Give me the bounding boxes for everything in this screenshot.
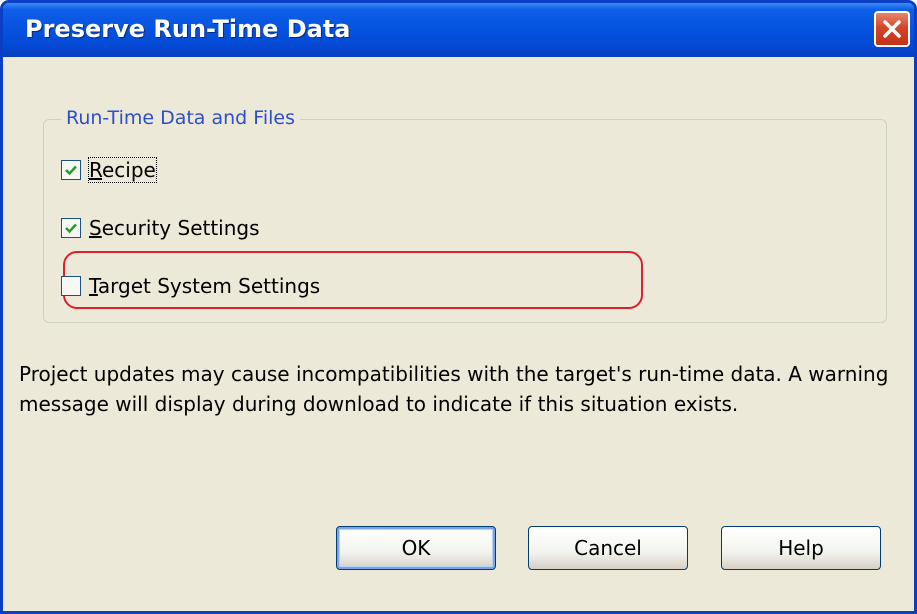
target-system-settings-label-rest: arget System Settings — [97, 274, 321, 298]
security-settings-mnemonic: S — [89, 216, 102, 240]
cancel-button[interactable]: Cancel — [528, 526, 688, 570]
help-button[interactable]: Help — [721, 526, 881, 570]
groupbox-legend: Run-Time Data and Files — [61, 107, 300, 129]
ok-button[interactable]: OK — [336, 526, 496, 570]
recipe-checkbox[interactable] — [61, 160, 81, 180]
security-settings-option[interactable]: Security Settings — [61, 216, 260, 240]
dialog-body: Run-Time Data and Files Recipe Security … — [3, 57, 914, 611]
target-system-settings-label: Target System Settings — [89, 274, 320, 298]
checkmark-icon — [65, 223, 77, 234]
security-settings-label-rest: ecurity Settings — [101, 216, 260, 240]
security-settings-checkbox[interactable] — [61, 218, 81, 238]
target-system-settings-checkbox[interactable] — [61, 276, 81, 296]
recipe-option[interactable]: Recipe — [61, 157, 157, 183]
window-title: Preserve Run-Time Data — [25, 15, 351, 43]
close-button[interactable] — [874, 11, 910, 47]
title-bar[interactable]: Preserve Run-Time Data — [3, 3, 914, 57]
recipe-label: Recipe — [88, 157, 157, 183]
security-settings-label: Security Settings — [89, 216, 260, 240]
recipe-label-rest: ecipe — [102, 158, 156, 182]
warning-message: Project updates may cause incompatibilit… — [19, 362, 889, 416]
recipe-mnemonic: R — [89, 158, 102, 182]
close-icon — [883, 20, 901, 38]
checkmark-icon — [65, 165, 77, 176]
target-system-settings-mnemonic: T — [89, 274, 98, 298]
target-system-settings-option[interactable]: Target System Settings — [61, 274, 320, 298]
dialog-window: Preserve Run-Time Data Run-Time Data and… — [0, 0, 917, 614]
